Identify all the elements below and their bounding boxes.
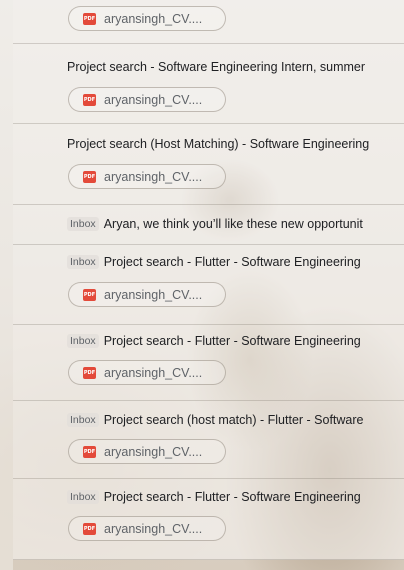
- email-subject-line: Inbox Project search - Flutter - Software…: [67, 255, 361, 269]
- email-subject: Project search (host match) - Flutter - …: [103, 413, 364, 427]
- email-list: PDF aryansingh_CV.... Project search - S…: [13, 0, 404, 560]
- pdf-icon: PDF: [83, 171, 96, 183]
- email-row[interactable]: Project search (Host Matching) - Softwar…: [13, 124, 404, 205]
- attachment-chip[interactable]: PDF aryansingh_CV....: [68, 6, 226, 31]
- attachment-chip[interactable]: PDF aryansingh_CV....: [68, 516, 226, 541]
- pdf-icon: PDF: [83, 94, 96, 106]
- email-row[interactable]: PDF aryansingh_CV....: [13, 0, 404, 44]
- email-subject: Project search - Software Engineering In…: [67, 60, 366, 74]
- email-row[interactable]: Inbox Project search - Flutter - Software…: [13, 245, 404, 325]
- inbox-label: Inbox: [67, 334, 99, 348]
- attachment-filename: aryansingh_CV....: [104, 366, 203, 380]
- email-subject: Project search - Flutter - Software Engi…: [103, 334, 361, 348]
- attachment-filename: aryansingh_CV....: [104, 170, 203, 184]
- attachment-chip[interactable]: PDF aryansingh_CV....: [68, 164, 226, 189]
- inbox-label: Inbox: [67, 255, 99, 269]
- inbox-label: Inbox: [67, 217, 99, 231]
- email-subject: Aryan, we think you’ll like these new op…: [103, 217, 363, 231]
- email-subject-line: Inbox Aryan, we think you’ll like these n…: [67, 217, 363, 231]
- attachment-filename: aryansingh_CV....: [104, 288, 203, 302]
- email-subject-line: Inbox Project search - Flutter - Software…: [67, 334, 361, 348]
- background-edge: [0, 0, 13, 570]
- email-row[interactable]: Inbox Project search - Flutter - Software…: [13, 479, 404, 560]
- inbox-label: Inbox: [67, 413, 99, 427]
- attachment-chip[interactable]: PDF aryansingh_CV....: [68, 439, 226, 464]
- email-row[interactable]: Inbox Project search (host match) - Flutt…: [13, 401, 404, 479]
- pdf-icon: PDF: [83, 13, 96, 25]
- email-subject: Project search - Flutter - Software Engi…: [103, 490, 361, 504]
- email-subject: Project search (Host Matching) - Softwar…: [67, 137, 370, 151]
- attachment-chip[interactable]: PDF aryansingh_CV....: [68, 282, 226, 307]
- email-subject: Project search - Flutter - Software Engi…: [103, 255, 361, 269]
- pdf-icon: PDF: [83, 367, 96, 379]
- pdf-icon: PDF: [83, 523, 96, 535]
- attachment-filename: aryansingh_CV....: [104, 93, 203, 107]
- attachment-filename: aryansingh_CV....: [104, 445, 203, 459]
- email-row[interactable]: Inbox Project search - Flutter - Software…: [13, 325, 404, 401]
- email-subject-line: Inbox Project search (host match) - Flutt…: [67, 413, 364, 427]
- attachment-filename: aryansingh_CV....: [104, 522, 203, 536]
- pdf-icon: PDF: [83, 446, 96, 458]
- email-row[interactable]: Inbox Aryan, we think you’ll like these n…: [13, 205, 404, 245]
- pdf-icon: PDF: [83, 289, 96, 301]
- email-row[interactable]: Project search - Software Engineering In…: [13, 44, 404, 124]
- attachment-filename: aryansingh_CV....: [104, 12, 203, 26]
- attachment-chip[interactable]: PDF aryansingh_CV....: [68, 360, 226, 385]
- email-subject-line: Inbox Project search - Flutter - Software…: [67, 490, 361, 504]
- attachment-chip[interactable]: PDF aryansingh_CV....: [68, 87, 226, 112]
- inbox-label: Inbox: [67, 490, 99, 504]
